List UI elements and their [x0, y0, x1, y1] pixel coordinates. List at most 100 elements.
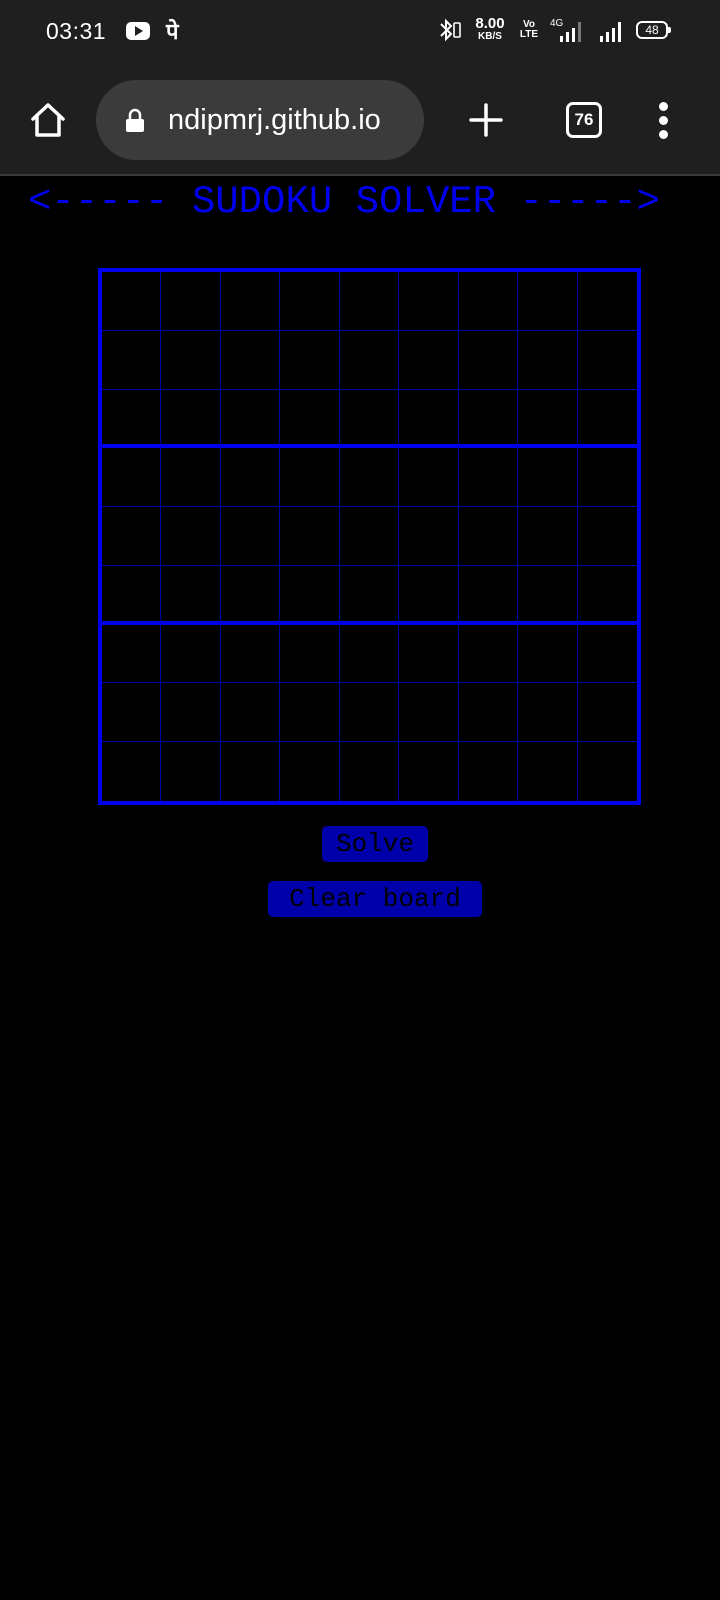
sudoku-cell[interactable]: [339, 272, 400, 331]
sudoku-cell[interactable]: [220, 507, 281, 566]
sudoku-cell[interactable]: [220, 448, 281, 508]
clear-board-button[interactable]: Clear board: [268, 881, 482, 917]
sudoku-cell[interactable]: [161, 330, 221, 390]
sudoku-cell[interactable]: [102, 742, 162, 801]
sudoku-cell[interactable]: [161, 272, 221, 331]
sudoku-cell[interactable]: [102, 330, 162, 390]
sudoku-cell[interactable]: [280, 624, 340, 684]
sudoku-cell[interactable]: [458, 683, 519, 743]
solve-button[interactable]: Solve: [322, 826, 428, 862]
sudoku-cell[interactable]: [161, 389, 221, 449]
sudoku-cell[interactable]: [577, 742, 637, 801]
sudoku-cell[interactable]: [518, 507, 578, 566]
sudoku-cell[interactable]: [518, 389, 578, 449]
sudoku-cell[interactable]: [399, 389, 459, 449]
sudoku-cell[interactable]: [339, 389, 400, 449]
sudoku-cell[interactable]: [399, 330, 459, 390]
sudoku-cell[interactable]: [458, 389, 519, 449]
sudoku-cell[interactable]: [339, 565, 400, 625]
sudoku-cell[interactable]: [220, 683, 281, 743]
sudoku-cell[interactable]: [458, 565, 519, 625]
sudoku-cell[interactable]: [161, 565, 221, 625]
sudoku-cell[interactable]: [102, 389, 162, 449]
sudoku-cell[interactable]: [280, 330, 340, 390]
sudoku-cell[interactable]: [220, 330, 281, 390]
tab-switcher-button[interactable]: 76: [566, 102, 602, 138]
sudoku-cell[interactable]: [458, 507, 519, 566]
sudoku-cell[interactable]: [399, 624, 459, 684]
page-title: <----- SUDOKU SOLVER ----->: [28, 180, 660, 224]
sudoku-cell[interactable]: [280, 683, 340, 743]
lock-icon: [124, 108, 146, 134]
home-icon[interactable]: [28, 100, 68, 140]
sudoku-cell[interactable]: [339, 624, 400, 684]
sudoku-cell[interactable]: [280, 448, 340, 508]
sudoku-cell[interactable]: [577, 565, 637, 625]
signal-icon-2: [598, 20, 628, 48]
sudoku-cell[interactable]: [518, 683, 578, 743]
sudoku-cell[interactable]: [161, 448, 221, 508]
bluetooth-icon: [438, 18, 464, 42]
sudoku-cell[interactable]: [518, 330, 578, 390]
sudoku-cell[interactable]: [518, 565, 578, 625]
sudoku-cell[interactable]: [220, 624, 281, 684]
sudoku-cell[interactable]: [339, 448, 400, 508]
sudoku-cell[interactable]: [280, 389, 340, 449]
sudoku-cell[interactable]: [518, 624, 578, 684]
sudoku-cell[interactable]: [399, 683, 459, 743]
sudoku-board: [98, 268, 641, 805]
sudoku-cell[interactable]: [102, 624, 162, 684]
sudoku-cell[interactable]: [518, 742, 578, 801]
signal-tag: 4G: [550, 18, 564, 29]
menu-dot: [659, 130, 668, 139]
sudoku-cell[interactable]: [399, 272, 459, 331]
sudoku-cell[interactable]: [399, 742, 459, 801]
sudoku-cell[interactable]: [577, 330, 637, 390]
sudoku-cell[interactable]: [458, 742, 519, 801]
sudoku-cell[interactable]: [280, 742, 340, 801]
address-bar[interactable]: ndipmrj.github.io: [96, 80, 424, 160]
sudoku-cell[interactable]: [220, 272, 281, 331]
sudoku-cell[interactable]: [220, 565, 281, 625]
sudoku-cell[interactable]: [458, 272, 519, 331]
sudoku-cell[interactable]: [577, 448, 637, 508]
sudoku-cell[interactable]: [577, 624, 637, 684]
sudoku-cell[interactable]: [220, 389, 281, 449]
sudoku-cell[interactable]: [518, 272, 578, 331]
sudoku-cell[interactable]: [458, 330, 519, 390]
sudoku-cell[interactable]: [102, 272, 162, 331]
sudoku-cell[interactable]: [102, 565, 162, 625]
sudoku-cell[interactable]: [280, 507, 340, 566]
sudoku-cell[interactable]: [339, 507, 400, 566]
url-text: ndipmrj.github.io: [168, 104, 381, 136]
sudoku-cell[interactable]: [399, 565, 459, 625]
sudoku-cell[interactable]: [339, 683, 400, 743]
net-speed-unit: KB/S: [478, 31, 502, 42]
overflow-menu-icon[interactable]: [650, 100, 678, 140]
sudoku-cell[interactable]: [161, 624, 221, 684]
sudoku-cell[interactable]: [518, 448, 578, 508]
sudoku-cell[interactable]: [102, 683, 162, 743]
net-speed: 8.00 KB/S: [472, 16, 508, 42]
sudoku-cell[interactable]: [339, 742, 400, 801]
sudoku-cell[interactable]: [339, 330, 400, 390]
sudoku-cell[interactable]: [102, 507, 162, 566]
sudoku-cell[interactable]: [458, 448, 519, 508]
sudoku-cell[interactable]: [577, 683, 637, 743]
sudoku-cell[interactable]: [577, 507, 637, 566]
sudoku-cell[interactable]: [161, 742, 221, 801]
sudoku-cell[interactable]: [280, 565, 340, 625]
sudoku-cell[interactable]: [399, 507, 459, 566]
sudoku-cell[interactable]: [458, 624, 519, 684]
sudoku-cell[interactable]: [102, 448, 162, 508]
sudoku-cell[interactable]: [161, 683, 221, 743]
sudoku-cell[interactable]: [577, 389, 637, 449]
new-tab-icon[interactable]: [468, 102, 504, 138]
sudoku-cell[interactable]: [220, 742, 281, 801]
sudoku-cell[interactable]: [161, 507, 221, 566]
phonepe-icon: पे: [166, 20, 179, 45]
sudoku-cell[interactable]: [577, 272, 637, 331]
sudoku-cell[interactable]: [399, 448, 459, 508]
browser-toolbar: ndipmrj.github.io 76: [0, 64, 720, 176]
sudoku-cell[interactable]: [280, 272, 340, 331]
